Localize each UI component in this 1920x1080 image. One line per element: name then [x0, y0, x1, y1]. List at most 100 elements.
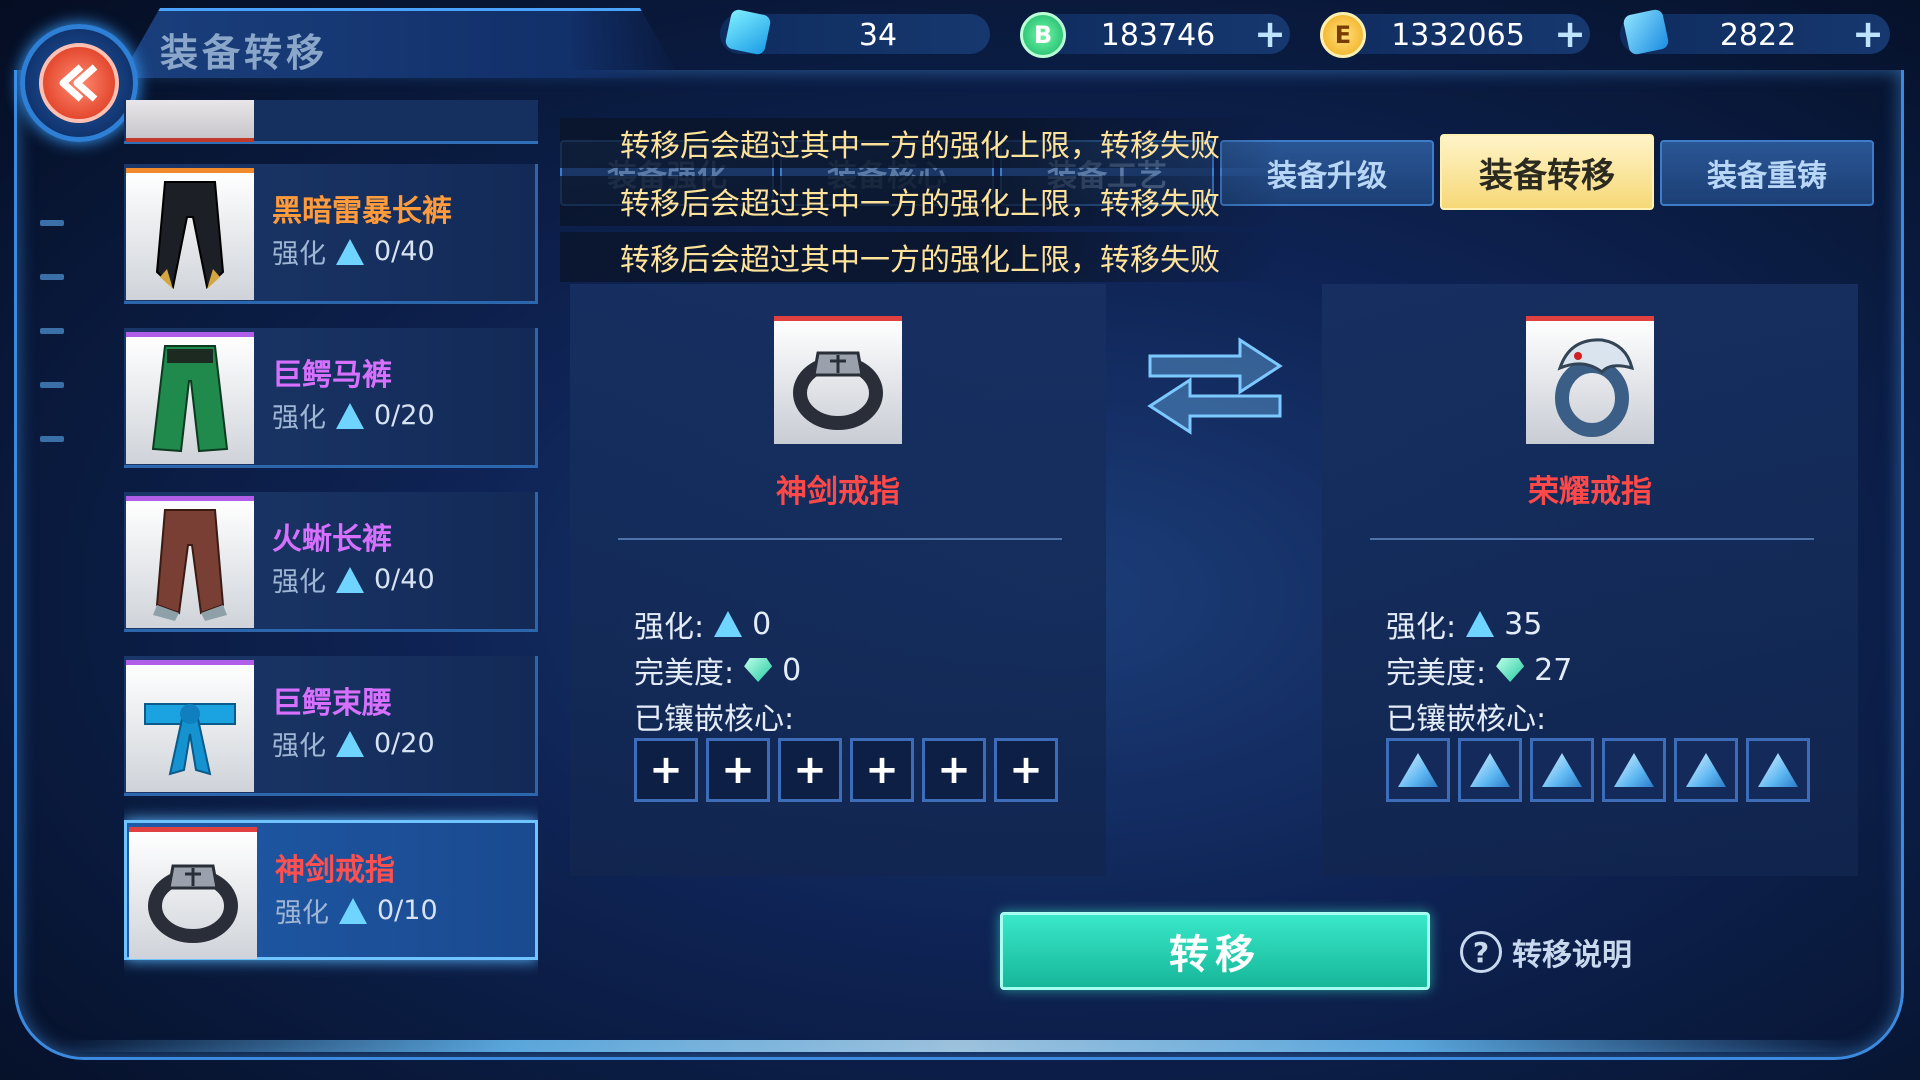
tab-recast[interactable]: 装备重铸 — [1660, 140, 1874, 206]
target-core-slots — [1386, 738, 1810, 802]
frame-glow — [60, 1040, 1860, 1052]
enhance-label: 强化: — [634, 610, 705, 645]
item-stat: 强化 0/10 — [275, 891, 438, 930]
enhance-icon — [336, 566, 364, 593]
gem-icon — [1496, 658, 1525, 682]
target-panel: 荣耀戒指 强化: 35 完美度: 27 已镶嵌核心: — [1322, 284, 1858, 876]
error-toast: 转移后会超过其中一方的强化上限，转移失败 — [560, 176, 1280, 226]
add-core-slot[interactable]: + — [778, 738, 842, 802]
enhance-icon — [339, 897, 367, 924]
green-pants-icon — [126, 332, 254, 464]
core-crystal-icon — [1398, 753, 1438, 787]
equipment-list[interactable]: 黑暗雷暴长裤 强化 0/40 巨鳄马裤 强化 0/20 火蜥长裤 强化 0/40 — [124, 100, 538, 980]
item-name: 火蜥长裤 — [272, 522, 392, 557]
core-slot[interactable] — [1458, 738, 1522, 802]
enhance-icon — [336, 402, 364, 429]
add-ticket-button[interactable]: + — [1848, 14, 1888, 54]
ticket-icon — [1622, 8, 1670, 56]
e-coin-icon: E — [1320, 12, 1366, 58]
enhance-icon — [1466, 611, 1495, 637]
sword-ring-icon — [793, 351, 883, 430]
stat-value: 0/20 — [374, 728, 435, 759]
divider — [1370, 538, 1814, 540]
scroll-indicator — [40, 220, 64, 490]
add-b-coin-button[interactable]: + — [1250, 14, 1290, 54]
list-item[interactable]: 巨鳄马裤 强化 0/20 — [124, 328, 538, 468]
stat-label: 强化 — [272, 567, 326, 598]
brown-pants-icon — [126, 496, 254, 628]
stat-label: 强化 — [275, 898, 329, 929]
list-item[interactable]: 巨鳄束腰 强化 0/20 — [124, 656, 538, 796]
enhance-icon — [714, 611, 743, 637]
add-e-coin-button[interactable]: + — [1550, 14, 1590, 54]
back-button[interactable] — [20, 24, 138, 142]
enhance-icon — [336, 730, 364, 757]
header: 装备转移 34 B 183746 + E 1332065 + 2822 + — [0, 0, 1920, 90]
stat-value: 0/40 — [374, 236, 435, 267]
item-stat: 强化 0/40 — [272, 232, 435, 271]
item-name: 神剑戒指 — [275, 853, 395, 888]
core-slot[interactable] — [1530, 738, 1594, 802]
ticket-count: 2822 — [1719, 18, 1797, 53]
divider — [618, 538, 1062, 540]
sword-ring-icon — [129, 827, 257, 959]
page-title: 装备转移 — [160, 31, 329, 75]
error-toast: 转移后会超过其中一方的强化上限，转移失败 — [560, 232, 1280, 282]
blue-sash-icon — [126, 660, 254, 792]
stat-value: 0/40 — [374, 564, 435, 595]
source-item-card[interactable] — [774, 316, 902, 444]
core-crystal-icon — [1542, 753, 1582, 787]
list-item[interactable]: 火蜥长裤 强化 0/40 — [124, 492, 538, 632]
help-icon: ? — [1460, 931, 1502, 973]
core-slot[interactable] — [1746, 738, 1810, 802]
core-slot[interactable] — [1674, 738, 1738, 802]
crystal-icon — [724, 8, 772, 56]
source-perfection: 完美度: 0 — [634, 648, 801, 692]
e-coin-count: 1332065 — [1391, 18, 1525, 53]
tab-transfer[interactable]: 装备转移 — [1440, 134, 1654, 210]
dark-pants-icon — [126, 168, 254, 300]
b-coin-count: 183746 — [1100, 18, 1216, 53]
stat-value: 0/10 — [377, 895, 438, 926]
currency-bar: 34 B 183746 + E 1332065 + 2822 + — [720, 6, 1920, 62]
source-item-name: 神剑戒指 — [776, 474, 900, 510]
target-cores-label: 已镶嵌核心: — [1386, 702, 1547, 737]
error-toast: 转移后会超过其中一方的强化上限，转移失败 — [560, 118, 1280, 168]
add-core-slot[interactable]: + — [994, 738, 1058, 802]
list-item[interactable]: 黑暗雷暴长裤 强化 0/40 — [124, 164, 538, 304]
crystal-count: 34 — [858, 18, 898, 53]
target-perfection: 完美度: 27 — [1386, 648, 1572, 692]
item-name: 巨鳄马裤 — [272, 358, 392, 393]
core-slot[interactable] — [1386, 738, 1450, 802]
stat-value: 0/20 — [374, 400, 435, 431]
item-stat: 强化 0/40 — [272, 560, 435, 599]
enhance-value: 35 — [1504, 606, 1543, 642]
list-item-partial[interactable] — [124, 100, 538, 144]
b-coin-icon: B — [1020, 12, 1066, 58]
source-enhance: 强化: 0 — [634, 602, 771, 646]
help-label: 转移说明 — [1512, 938, 1632, 973]
core-crystal-icon — [1614, 753, 1654, 787]
target-item-card[interactable] — [1526, 316, 1654, 444]
transfer-help-button[interactable]: ? 转移说明 — [1460, 930, 1632, 974]
target-enhance: 强化: 35 — [1386, 602, 1542, 646]
target-item-name: 荣耀戒指 — [1528, 474, 1652, 510]
add-core-slot[interactable]: + — [922, 738, 986, 802]
enhance-icon — [336, 238, 364, 265]
add-core-slot[interactable]: + — [706, 738, 770, 802]
item-stat: 强化 0/20 — [272, 396, 435, 435]
core-crystal-icon — [1470, 753, 1510, 787]
add-core-slot[interactable]: + — [850, 738, 914, 802]
core-slot[interactable] — [1602, 738, 1666, 802]
source-cores-label: 已镶嵌核心: — [634, 702, 795, 737]
stat-label: 强化 — [272, 731, 326, 762]
core-crystal-icon — [1686, 753, 1726, 787]
list-item-selected[interactable]: 神剑戒指 强化 0/10 — [124, 820, 538, 960]
stat-label: 强化 — [272, 239, 326, 270]
eagle-ring-icon — [1555, 337, 1635, 437]
add-core-slot[interactable]: + — [634, 738, 698, 802]
item-stat: 强化 0/20 — [272, 724, 435, 763]
transfer-button[interactable]: 转移 — [1000, 912, 1430, 990]
perfection-value: 0 — [782, 652, 802, 688]
perfection-label: 完美度: — [1386, 656, 1487, 691]
